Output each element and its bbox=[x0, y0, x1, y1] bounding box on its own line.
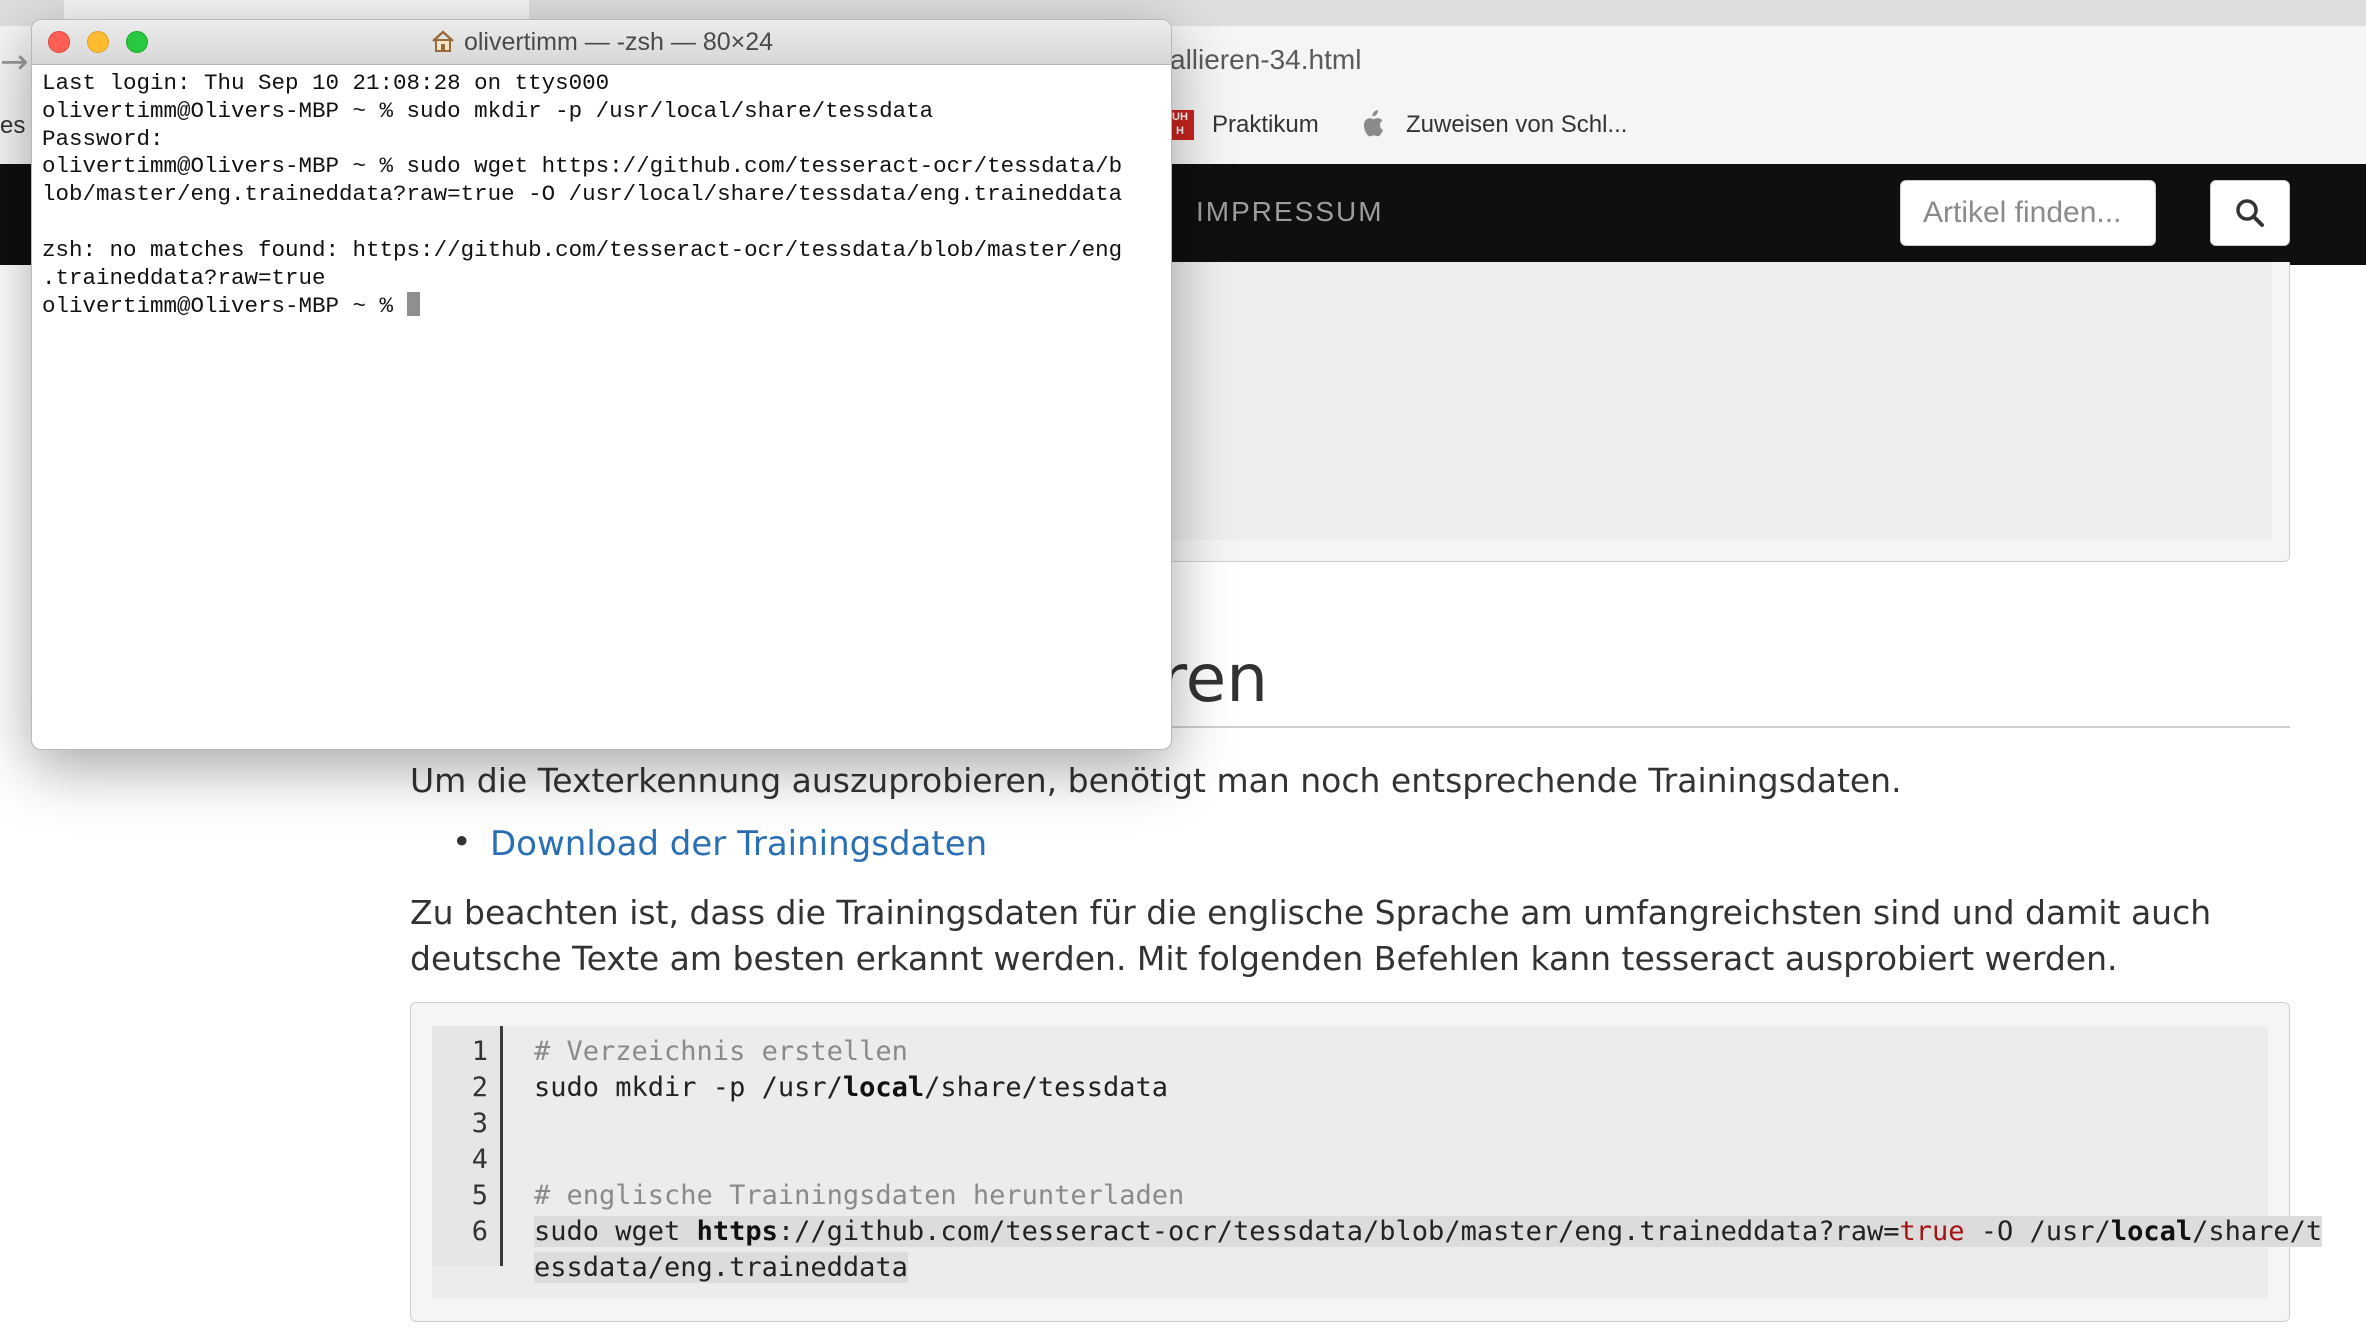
search-input[interactable] bbox=[1900, 180, 2156, 246]
code-line-6: sudo wget https://github.com/tesseract-o… bbox=[534, 1216, 2323, 1247]
terminal-line: Password: bbox=[42, 125, 164, 152]
download-link[interactable]: Download der Trainingsdaten bbox=[490, 824, 987, 864]
terminal-titlebar[interactable]: olivertimm — -zsh — 80×24 bbox=[32, 20, 1171, 65]
bookmark-partial[interactable]: es bbox=[0, 112, 25, 140]
paragraph-note: Zu beachten ist, dass die Trainingsdaten… bbox=[410, 890, 2290, 982]
terminal-cursor bbox=[406, 292, 420, 317]
url-text[interactable]: allieren-34.html bbox=[1170, 44, 1361, 76]
section-heading: ren bbox=[1160, 640, 1269, 717]
code-line-5: # englische Trainingsdaten herunterladen bbox=[534, 1180, 1185, 1211]
line-number: 5 bbox=[471, 1180, 488, 1211]
line-number: 1 bbox=[471, 1036, 488, 1067]
terminal-line: zsh: no matches found: https://github.co… bbox=[42, 236, 1123, 263]
code-text: ://github.com/tesseract-ocr/tessdata/blo… bbox=[777, 1216, 1900, 1247]
line-number: 4 bbox=[471, 1144, 488, 1175]
search-button[interactable] bbox=[2210, 180, 2290, 246]
bookmark-label: Zuweisen von Schl... bbox=[1406, 111, 1628, 138]
terminal-line: ​ bbox=[42, 209, 1122, 237]
terminal-title-text: olivertimm — -zsh — 80×24 bbox=[463, 28, 774, 56]
back-arrow-icon[interactable]: → bbox=[0, 42, 29, 82]
search-icon bbox=[2236, 199, 2264, 227]
home-icon bbox=[432, 30, 454, 52]
code-text: sudo mkdir -p /usr/ bbox=[534, 1072, 843, 1103]
code-keyword: https bbox=[696, 1216, 778, 1247]
paragraph-note-line1: Zu beachten ist, dass die Trainingsdaten… bbox=[410, 893, 2212, 932]
terminal-line: .traineddata?raw=true bbox=[42, 264, 326, 291]
code-line-1: # Verzeichnis erstellen bbox=[534, 1036, 908, 1067]
terminal-line: olivertimm@Olivers-MBP ~ % sudo mkdir -p… bbox=[42, 97, 934, 124]
terminal-prompt: olivertimm@Olivers-MBP ~ % bbox=[42, 293, 407, 320]
content-box-top-inner bbox=[1100, 262, 2272, 540]
terminal-prompt-line[interactable]: olivertimm@Olivers-MBP ~ % bbox=[42, 292, 1122, 321]
bookmark-zuweisen[interactable]: Zuweisen von Schl... bbox=[1360, 110, 1627, 140]
paragraph-intro: Um die Texterkennung auszuprobieren, ben… bbox=[410, 761, 1902, 800]
paragraph-note-line2: deutsche Texte am besten erkannt werden.… bbox=[410, 939, 2118, 978]
terminal-line: olivertimm@Olivers-MBP ~ % sudo wget htt… bbox=[42, 153, 1123, 180]
code-text: sudo wget bbox=[534, 1216, 697, 1247]
bullet-icon: • bbox=[452, 822, 472, 861]
bookmark-label: Praktikum bbox=[1212, 111, 1319, 138]
code-text: -O /usr/ bbox=[1964, 1216, 2111, 1247]
line-number: 6 bbox=[471, 1216, 488, 1247]
apple-icon bbox=[1360, 110, 1388, 140]
terminal-title: olivertimm — -zsh — 80×24 bbox=[32, 28, 1171, 57]
terminal-window[interactable]: olivertimm — -zsh — 80×24 Last login: Th… bbox=[31, 19, 1172, 750]
terminal-output[interactable]: Last login: Thu Sep 10 21:08:28 on ttys0… bbox=[42, 70, 1122, 321]
code-text: /share/tessdata bbox=[924, 1072, 1168, 1103]
terminal-line: lob/master/eng.traineddata?raw=true -O /… bbox=[42, 181, 1123, 208]
code-literal: true bbox=[1899, 1216, 1965, 1247]
code-keyword: local bbox=[842, 1072, 925, 1103]
nav-impressum[interactable]: IMPRESSUM bbox=[1196, 196, 1384, 228]
code-text: /share/t bbox=[2192, 1216, 2323, 1247]
line-number: 2 bbox=[471, 1072, 488, 1103]
bookmark-praktikum[interactable]: UH H Praktikum bbox=[1166, 110, 1319, 140]
code-line-2: sudo mkdir -p /usr/local/share/tessdata bbox=[534, 1072, 1168, 1103]
terminal-line: Last login: Thu Sep 10 21:08:28 on ttys0… bbox=[42, 70, 610, 96]
code-line-6-wrap: essdata/eng.traineddata bbox=[534, 1252, 908, 1283]
code-keyword: local bbox=[2110, 1216, 2193, 1247]
line-number: 3 bbox=[471, 1108, 488, 1139]
